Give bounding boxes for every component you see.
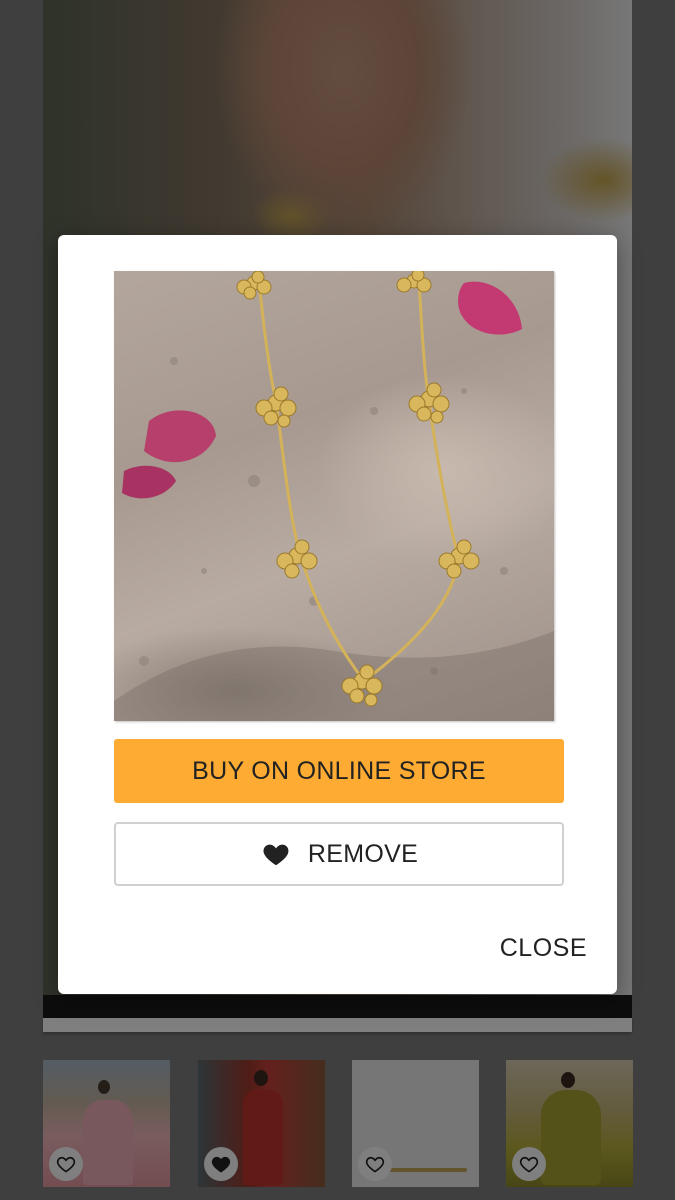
buy-online-button[interactable]: BUY ON ONLINE STORE [114, 739, 564, 803]
close-button[interactable]: CLOSE [500, 931, 587, 965]
remove-favorite-button[interactable]: REMOVE [114, 822, 564, 886]
remove-label: REMOVE [307, 839, 419, 868]
close-label: CLOSE [499, 933, 587, 962]
product-modal: BUY ON ONLINE STORE REMOVE CLOSE [58, 235, 617, 994]
heart-filled-icon [260, 839, 292, 869]
necklace-illustration [114, 271, 554, 721]
buy-online-label: BUY ON ONLINE STORE [192, 756, 486, 785]
product-image [114, 271, 554, 721]
